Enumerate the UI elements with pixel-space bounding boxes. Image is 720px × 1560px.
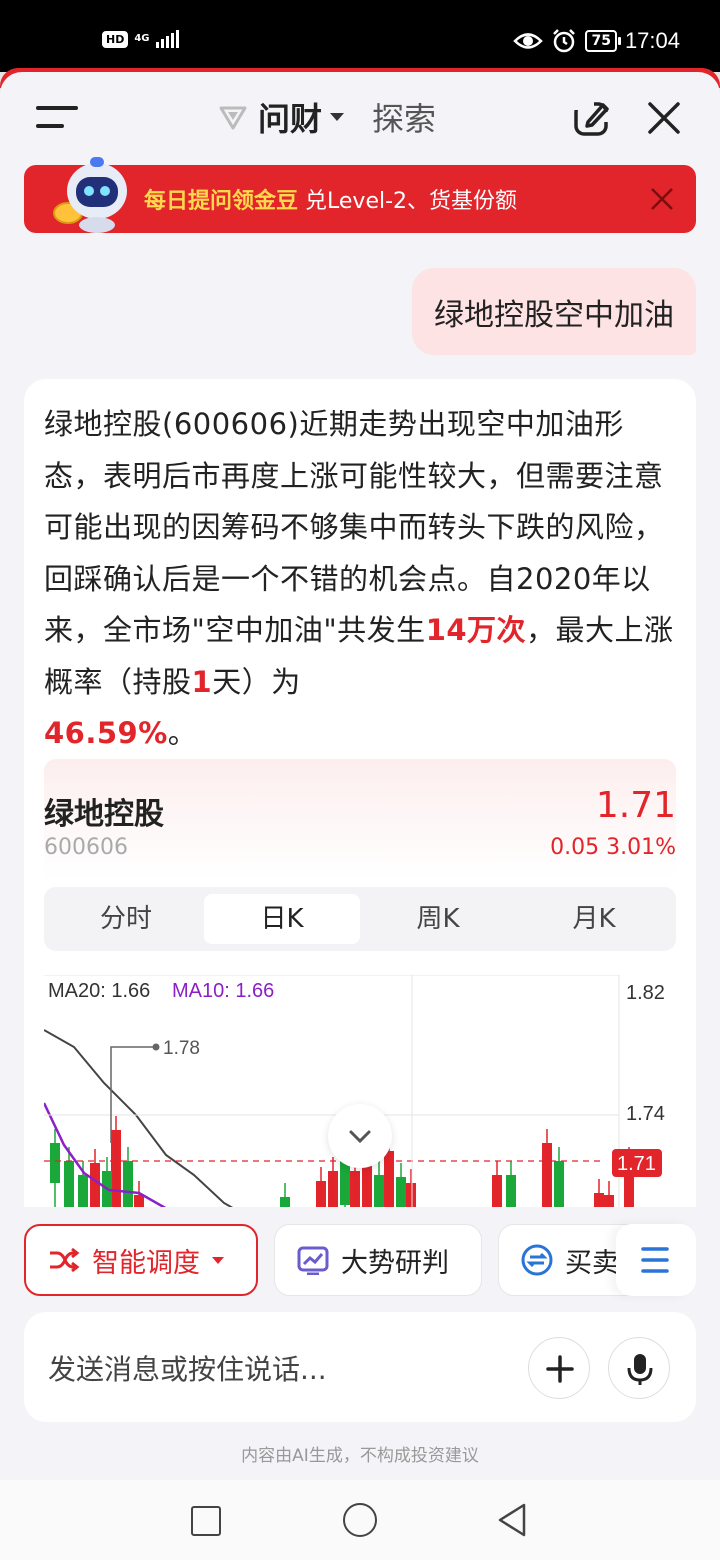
- high-annotation-label: 1.78: [163, 1038, 200, 1059]
- market-trend-chip[interactable]: 大势研判: [274, 1224, 482, 1296]
- network-type: 4G: [134, 33, 150, 44]
- answer-highlight-count: 14万次: [425, 613, 527, 647]
- tab-intraday[interactable]: 分时: [48, 894, 204, 944]
- chevron-down-icon: [330, 113, 345, 121]
- stock-code: 600606: [44, 835, 128, 860]
- microphone-icon: [627, 1354, 653, 1385]
- back-button[interactable]: [496, 1502, 528, 1538]
- candlestick-chart[interactable]: MA20: 1.66 MA10: 1.66 1.82 1.74 1.78 1.7…: [44, 975, 694, 1215]
- promo-banner[interactable]: 每日提问领金豆 兑Level-2、货基份额: [24, 157, 696, 233]
- stock-price: 1.71: [595, 785, 676, 826]
- stock-name: 绿地控股: [44, 797, 164, 832]
- high-annotation-dot: [152, 1043, 160, 1051]
- recent-apps-button[interactable]: [191, 1506, 221, 1536]
- smart-dispatch-chip[interactable]: 智能调度: [24, 1224, 258, 1296]
- banner-highlight: 每日提问领金豆: [144, 189, 299, 214]
- banner-text: 每日提问领金豆 兑Level-2、货基份额: [144, 183, 517, 215]
- tab-monthly-k[interactable]: 月K: [516, 894, 672, 944]
- clock: 17:04: [624, 28, 680, 53]
- banner-close-icon[interactable]: [650, 187, 674, 211]
- home-button[interactable]: [343, 1503, 377, 1537]
- chart-period-tabs: 分时 日K 周K 月K: [44, 887, 676, 951]
- ma20-line: [44, 1029, 248, 1215]
- message-input-box[interactable]: 发送消息或按住说话...: [24, 1312, 696, 1422]
- tab-daily-k[interactable]: 日K: [204, 894, 360, 944]
- user-message-bubble: 绿地控股空中加油: [412, 268, 696, 355]
- stock-change: 0.05 3.01%: [550, 835, 676, 860]
- status-left: HD 4G: [102, 30, 179, 48]
- voice-input-button[interactable]: [608, 1337, 670, 1399]
- brand-title: 问财: [258, 100, 323, 138]
- ai-disclaimer: 内容由AI生成，不构成投资建议: [241, 1446, 479, 1466]
- chevron-down-icon: [212, 1256, 224, 1264]
- trend-chart-icon: [297, 1246, 329, 1275]
- signal-icon: [155, 30, 179, 48]
- ai-answer-text: 绿地控股(600606)近期走势出现空中加油形态，表明后市再度上涨可能性较大，但…: [44, 399, 674, 760]
- answer-highlight-probability: 46.59%: [44, 716, 168, 750]
- y-tick-top: 1.82: [626, 982, 665, 1004]
- high-annotation-line: [110, 1046, 156, 1143]
- current-price-tag-text: 1.71: [617, 1153, 656, 1175]
- close-icon[interactable]: [646, 100, 682, 136]
- chevron-down-icon: [349, 1130, 371, 1144]
- market-trend-label: 大势研判: [341, 1247, 449, 1279]
- hd-badge: HD: [102, 30, 129, 48]
- stock-quote[interactable]: 绿地控股 600606 1.71 0.05 3.01%: [44, 759, 676, 879]
- smart-dispatch-label: 智能调度: [92, 1247, 200, 1279]
- app-panel: 问财 探索 每日提问领金豆 兑Level-2、货基份额 绿地控股空中加油 绿地控…: [0, 72, 720, 1480]
- new-chat-icon[interactable]: [572, 98, 612, 138]
- buy-sell-label: 买卖: [565, 1247, 619, 1279]
- plus-icon: [546, 1355, 574, 1383]
- user-message-text: 绿地控股空中加油: [434, 297, 674, 333]
- status-bar: HD 4G 75 17:04: [0, 0, 720, 72]
- menu-icon[interactable]: [36, 102, 78, 130]
- add-attachment-button[interactable]: [528, 1337, 590, 1399]
- battery-icon: 75: [585, 30, 622, 52]
- answer-part-1: 绿地控股(600606)近期走势出现空中加油形态，表明后市再度上涨可能性较大，但…: [44, 407, 664, 647]
- shuffle-icon: [50, 1247, 80, 1273]
- tab-explore[interactable]: 探索: [372, 94, 436, 140]
- alarm-icon: [553, 29, 576, 53]
- robot-mascot-icon: [53, 157, 127, 233]
- expand-chart-button[interactable]: [328, 1104, 392, 1168]
- system-nav-bar: [0, 1480, 720, 1560]
- banner-rest: 兑Level-2、货基份额: [305, 189, 518, 214]
- more-skills-button[interactable]: [616, 1224, 696, 1296]
- legend-ma20: MA20: 1.66: [48, 980, 150, 1002]
- exchange-icon: [521, 1244, 553, 1276]
- answer-part-4: 。: [167, 716, 198, 750]
- list-icon: [641, 1247, 669, 1273]
- legend-ma10: MA10: 1.66: [172, 980, 274, 1002]
- eye-icon: [513, 33, 544, 49]
- status-right: 75 17:04: [513, 28, 680, 54]
- tab-weekly-k[interactable]: 周K: [360, 894, 516, 944]
- top-bar: 问财 探索: [0, 72, 720, 162]
- message-input[interactable]: 发送消息或按住说话...: [48, 1348, 327, 1388]
- answer-part-3: 天）为: [212, 664, 301, 699]
- brand-switcher[interactable]: 问财 探索: [218, 94, 436, 140]
- brand-logo-icon: [219, 106, 247, 130]
- y-tick-mid: 1.74: [626, 1103, 665, 1125]
- answer-highlight-days: 1: [191, 664, 213, 699]
